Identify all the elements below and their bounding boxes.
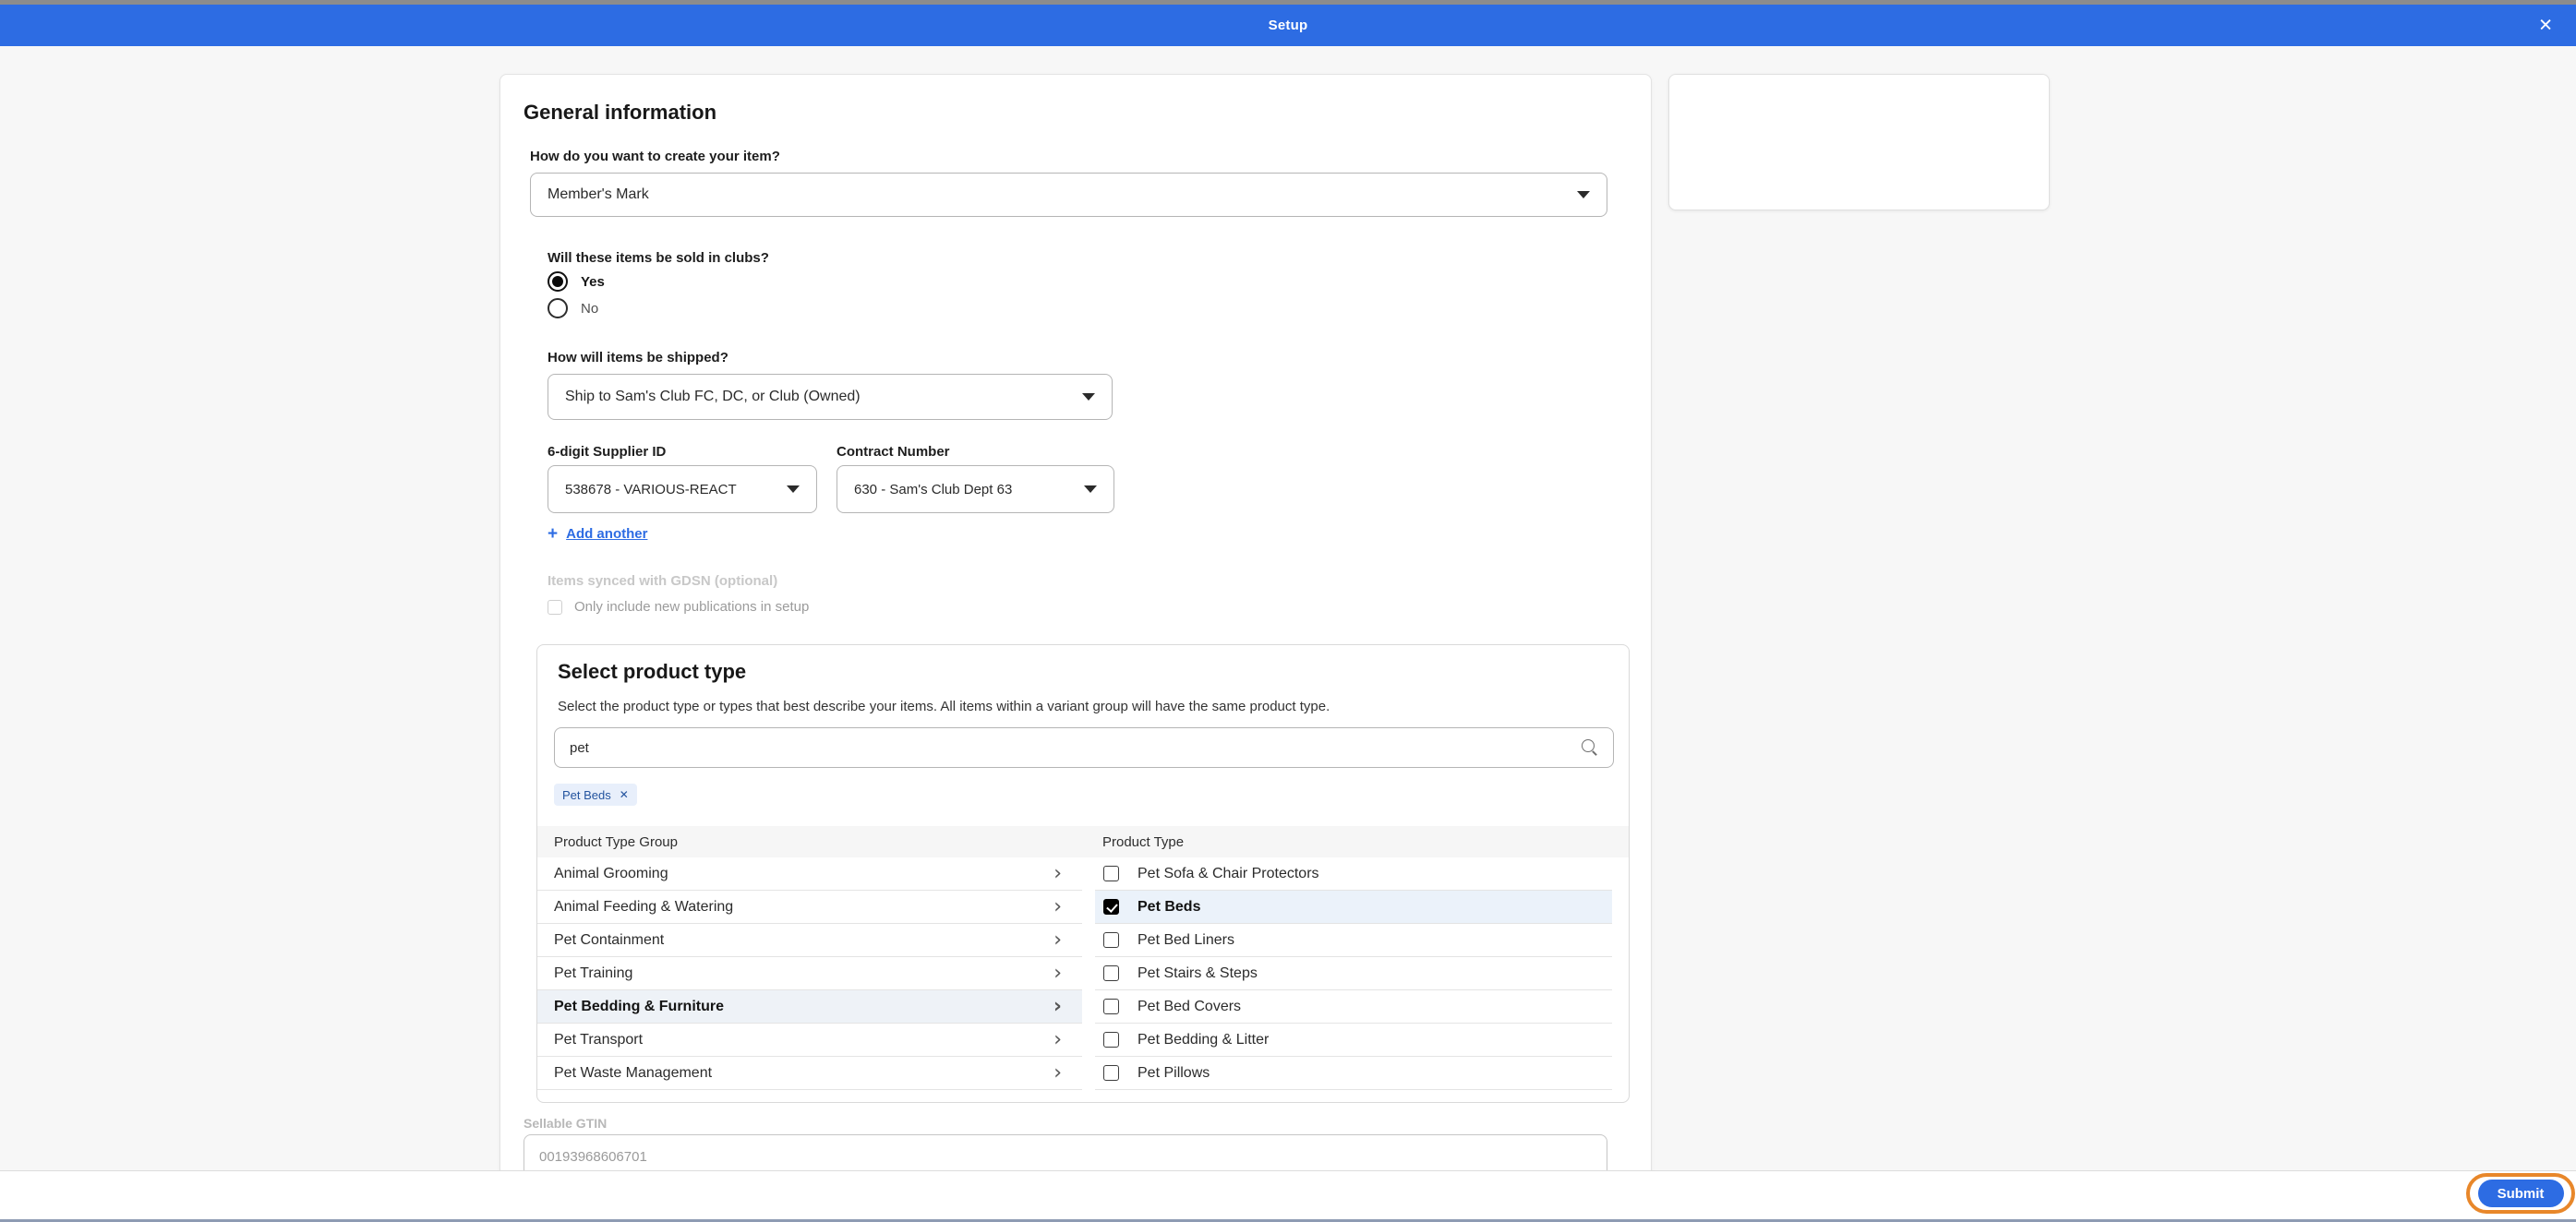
- type-label: Pet Beds: [1138, 898, 1201, 915]
- supplier-id-label: 6-digit Supplier ID: [548, 444, 667, 460]
- supplier-id-select-value: 538678 - VARIOUS-REACT: [565, 481, 737, 497]
- submit-button[interactable]: Submit: [2477, 1180, 2564, 1207]
- group-row-pet-waste-management[interactable]: Pet Waste Management ›: [537, 1057, 1082, 1090]
- chip-label: Pet Beds: [562, 787, 611, 802]
- close-icon[interactable]: ✕: [2538, 17, 2553, 34]
- group-label: Animal Feeding & Watering: [554, 898, 734, 915]
- radio-option-yes[interactable]: Yes: [548, 271, 605, 292]
- product-type-search: [554, 727, 1614, 768]
- summary-panel: [1668, 74, 2050, 210]
- type-row-pet-bed-covers[interactable]: Pet Bed Covers: [1095, 990, 1612, 1024]
- page-title: Setup: [1268, 18, 1308, 33]
- sellable-gtin-label: Sellable GTIN: [524, 1116, 608, 1131]
- radio-option-no[interactable]: No: [548, 298, 598, 318]
- group-label: Pet Containment: [554, 931, 665, 948]
- radio-option-yes-label: Yes: [581, 273, 605, 290]
- shipping-question-label: How will items be shipped?: [548, 350, 728, 365]
- product-type-search-input[interactable]: [570, 739, 1580, 756]
- group-label: Pet Bedding & Furniture: [554, 998, 724, 1014]
- product-type-description: Select the product type or types that be…: [558, 699, 1330, 714]
- create-item-question-label: How do you want to create your item?: [530, 149, 780, 164]
- product-type-card: Select product type Select the product t…: [536, 644, 1630, 1103]
- checkbox-unchecked-icon[interactable]: [1103, 1032, 1119, 1048]
- radio-selected-icon: [548, 271, 568, 292]
- contract-number-select[interactable]: 630 - Sam's Club Dept 63: [837, 465, 1114, 513]
- footer-bar: Submit: [0, 1170, 2576, 1219]
- product-type-group-list: Animal Grooming › Animal Feeding & Water…: [537, 857, 1082, 1090]
- type-label: Pet Bed Liners: [1138, 931, 1234, 948]
- group-row-pet-training[interactable]: Pet Training ›: [537, 957, 1082, 990]
- type-label: Pet Bed Covers: [1138, 998, 1242, 1014]
- chevron-down-icon: [1084, 485, 1097, 493]
- chevron-down-icon: [1577, 191, 1590, 198]
- create-item-select[interactable]: Member's Mark: [530, 173, 1607, 217]
- create-item-select-value: Member's Mark: [548, 186, 649, 202]
- chevron-down-icon: [1082, 393, 1095, 401]
- radio-unselected-icon: [548, 298, 568, 318]
- checkbox-checked-icon[interactable]: [1103, 899, 1119, 915]
- gdsn-publications-checkbox-row[interactable]: Only include new publications in setup: [548, 599, 809, 615]
- selected-type-chip[interactable]: Pet Beds ✕: [554, 784, 637, 806]
- checkbox-unchecked-icon[interactable]: [1103, 866, 1119, 881]
- checkbox-unchecked-icon[interactable]: [548, 599, 562, 615]
- type-label: Pet Stairs & Steps: [1138, 964, 1258, 981]
- contract-number-label: Contract Number: [837, 444, 950, 460]
- type-label: Pet Bedding & Litter: [1138, 1031, 1270, 1048]
- group-row-animal-feeding-watering[interactable]: Animal Feeding & Watering ›: [537, 891, 1082, 924]
- group-label: Pet Waste Management: [554, 1064, 713, 1081]
- group-row-animal-grooming[interactable]: Animal Grooming ›: [537, 857, 1082, 891]
- shipping-select-value: Ship to Sam's Club FC, DC, or Club (Owne…: [565, 389, 861, 404]
- checkbox-unchecked-icon[interactable]: [1103, 932, 1119, 948]
- sold-in-clubs-label: Will these items be sold in clubs?: [548, 250, 769, 266]
- type-row-pet-pillows[interactable]: Pet Pillows: [1095, 1057, 1612, 1090]
- product-type-table-header: Product Type Group Product Type: [537, 826, 1629, 857]
- add-another-link[interactable]: + Add another: [548, 525, 647, 543]
- checkbox-unchecked-icon[interactable]: [1103, 999, 1119, 1014]
- type-row-pet-sofa-chair-protectors[interactable]: Pet Sofa & Chair Protectors: [1095, 857, 1612, 891]
- group-label: Pet Transport: [554, 1031, 644, 1048]
- group-row-pet-transport[interactable]: Pet Transport ›: [537, 1024, 1082, 1057]
- type-row-pet-stairs-steps[interactable]: Pet Stairs & Steps: [1095, 957, 1612, 990]
- checkbox-unchecked-icon[interactable]: [1103, 1065, 1119, 1081]
- type-label: Pet Sofa & Chair Protectors: [1138, 865, 1319, 881]
- group-label: Pet Training: [554, 964, 633, 981]
- setup-form-card: General information How do you want to c…: [500, 74, 1652, 1222]
- shipping-select[interactable]: Ship to Sam's Club FC, DC, or Club (Owne…: [548, 374, 1113, 420]
- product-type-list: Pet Sofa & Chair Protectors Pet Beds Pet…: [1095, 857, 1612, 1090]
- setup-titlebar: Setup ✕: [0, 5, 2576, 46]
- group-row-pet-bedding-furniture[interactable]: Pet Bedding & Furniture ›: [537, 990, 1082, 1024]
- gdsn-checkbox-label: Only include new publications in setup: [574, 599, 810, 615]
- plus-icon: +: [548, 524, 559, 544]
- group-column-header: Product Type Group: [554, 833, 678, 850]
- product-type-heading: Select product type: [558, 660, 747, 683]
- type-row-pet-bed-liners[interactable]: Pet Bed Liners: [1095, 924, 1612, 957]
- group-row-pet-containment[interactable]: Pet Containment ›: [537, 924, 1082, 957]
- type-label: Pet Pillows: [1138, 1064, 1210, 1081]
- gdsn-section-label: Items synced with GDSN (optional): [548, 573, 778, 589]
- checkbox-unchecked-icon[interactable]: [1103, 965, 1119, 981]
- add-another-label: Add another: [566, 526, 648, 542]
- general-information-heading: General information: [524, 101, 717, 124]
- search-icon[interactable]: [1580, 738, 1598, 757]
- type-column-header: Product Type: [1102, 833, 1185, 850]
- type-row-pet-beds[interactable]: Pet Beds: [1095, 891, 1612, 924]
- submit-highlight-ring: Submit: [2466, 1173, 2575, 1214]
- contract-number-select-value: 630 - Sam's Club Dept 63: [854, 481, 1013, 497]
- type-row-pet-bedding-litter[interactable]: Pet Bedding & Litter: [1095, 1024, 1612, 1057]
- group-label: Animal Grooming: [554, 865, 668, 881]
- supplier-id-select[interactable]: 538678 - VARIOUS-REACT: [548, 465, 817, 513]
- chip-close-icon[interactable]: ✕: [620, 789, 629, 800]
- chevron-down-icon: [787, 485, 800, 493]
- radio-option-no-label: No: [581, 300, 599, 317]
